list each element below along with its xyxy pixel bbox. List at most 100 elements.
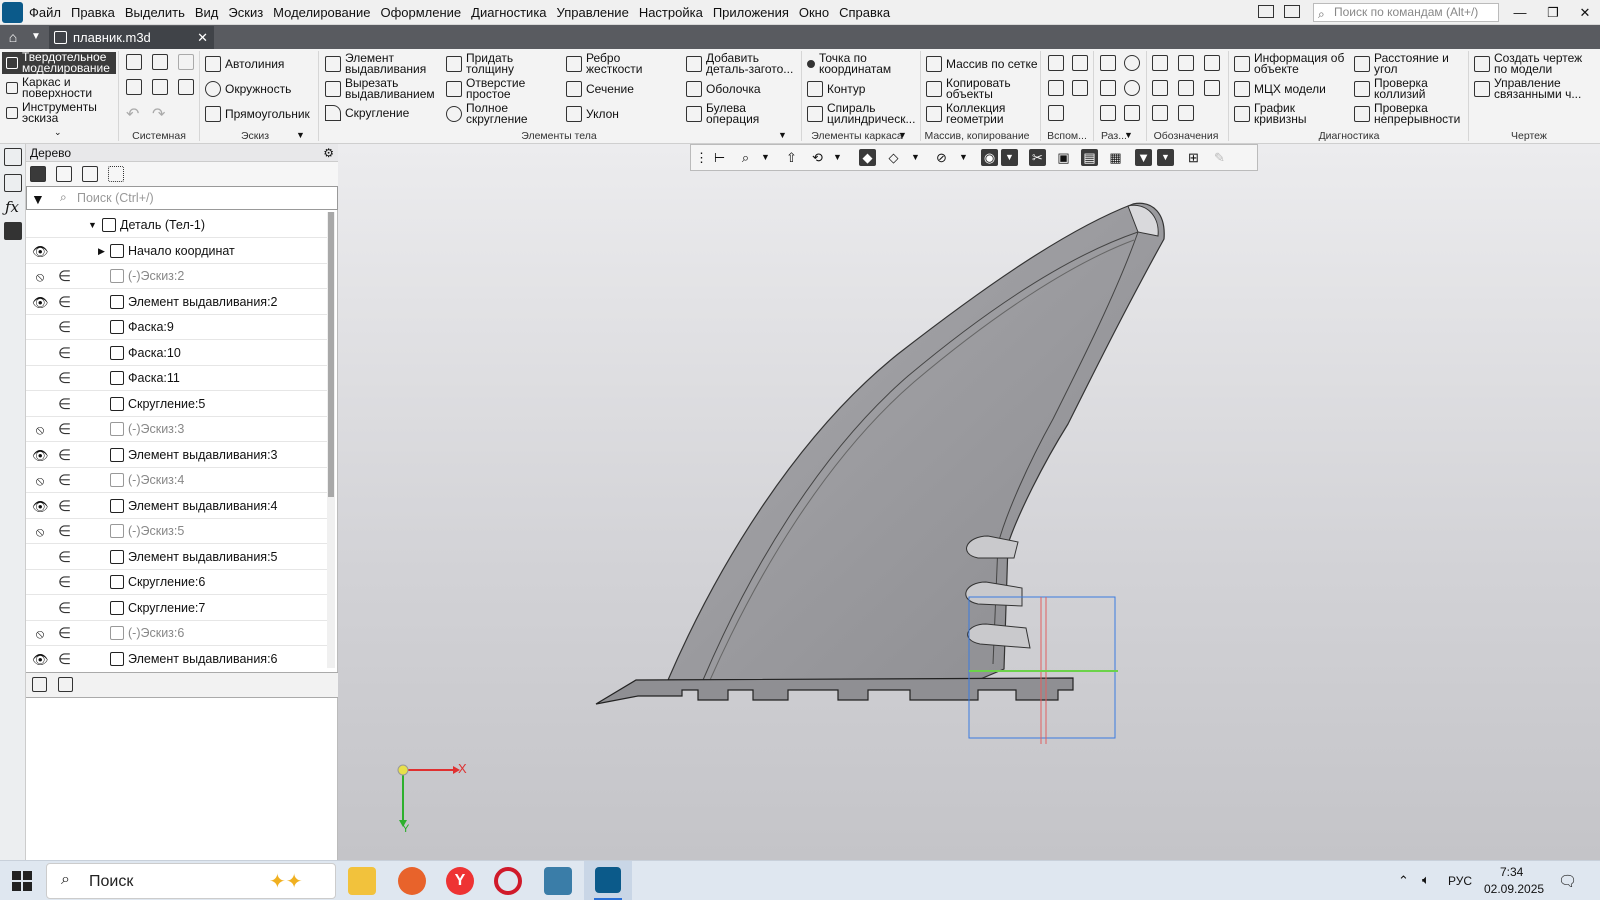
tree-row[interactable]: ⦸ ∈ (-)Эскиз:3 [26, 416, 327, 442]
tree-row[interactable]: ⦸ ∈ (-)Эскиз:2 [26, 263, 327, 289]
kompas-taskbar-button[interactable] [584, 861, 632, 900]
pan-icon[interactable]: ⇧ [783, 149, 800, 166]
eye-icon[interactable]: 👁︎ [32, 499, 49, 515]
filter-view-icon[interactable]: ▼ [1135, 149, 1152, 166]
clock-time[interactable]: 7:34 [1500, 865, 1523, 879]
tree-row[interactable]: ⦸ ∈ (-)Эскиз:4 [26, 467, 327, 493]
eye-icon[interactable]: 👁︎ [32, 295, 49, 311]
yandex-browser-icon[interactable]: Y [446, 867, 474, 895]
filter-dropdown-icon[interactable]: ▼ [1157, 149, 1174, 166]
body-dropdown-icon[interactable]: ▼ [778, 130, 787, 140]
linear-dim-icon[interactable] [1152, 80, 1168, 96]
tree-row[interactable]: ∈ Элемент выдавливания:5 [26, 544, 327, 570]
simple-hole-button[interactable]: Отверстие простое [446, 77, 546, 100]
chevron-up-icon[interactable]: ⌃ [1398, 873, 1409, 889]
close-tab-icon[interactable]: ✕ [197, 26, 208, 49]
menu-item-6[interactable]: Оформление [375, 0, 466, 25]
shell-button[interactable]: Оболочка [686, 81, 761, 97]
thread-icon[interactable] [1152, 55, 1168, 71]
layout-shape-icon[interactable] [1124, 55, 1140, 71]
mode-sketch[interactable]: Инструменты эскиза [2, 101, 116, 124]
angle-dim-icon[interactable] [1178, 80, 1194, 96]
app-logo-icon[interactable] [2, 2, 23, 23]
helix-button[interactable]: Спираль цилиндрическ... [807, 102, 919, 125]
aux-axis-icon[interactable] [1072, 55, 1088, 71]
menu-item-4[interactable]: Эскиз [223, 0, 268, 25]
object-info-button[interactable]: Информация об объекте [1234, 52, 1352, 75]
gear-icon[interactable]: ⚙ [323, 144, 334, 162]
draft-button[interactable]: Уклон [566, 106, 619, 122]
menu-item-10[interactable]: Приложения [708, 0, 794, 25]
tree-row[interactable]: ∈ Фаска:11 [26, 365, 327, 391]
print-icon[interactable] [126, 79, 142, 95]
expand-toggle-icon[interactable]: ▶ [98, 246, 105, 257]
circle-button[interactable]: Окружность [205, 81, 291, 97]
full-fillet-button[interactable]: Полное скругление [446, 102, 546, 125]
undo-icon[interactable]: ↶ [126, 104, 139, 124]
layout-surf-icon[interactable] [1124, 80, 1140, 96]
properties-panel-icon[interactable] [4, 174, 22, 192]
hide-icon[interactable]: ⊘ [933, 149, 950, 166]
new-file-icon[interactable] [126, 54, 142, 70]
list-view-tab-icon[interactable] [58, 677, 73, 692]
measure-icon[interactable]: ⊞ [1185, 149, 1202, 166]
tree-structure-icon[interactable] [30, 166, 46, 182]
rectangle-button[interactable]: Прямоугольник [205, 106, 310, 122]
menu-item-8[interactable]: Управление [552, 0, 634, 25]
include-icon[interactable]: ∈ [58, 344, 71, 362]
layout-sketch-icon[interactable] [1100, 55, 1116, 71]
tree-row[interactable]: 👁︎ ∈ Элемент выдавливания:6 [26, 646, 327, 669]
display-dropdown-icon[interactable]: ▼ [907, 149, 924, 166]
geometry-collection-button[interactable]: Коллекция геометрии [926, 102, 1026, 125]
variables-icon[interactable]: ƒx [5, 198, 19, 216]
tree-panel-icon[interactable] [4, 148, 22, 166]
tree-row[interactable]: ∈ Скругление:7 [26, 595, 327, 621]
menu-item-9[interactable]: Настройка [634, 0, 708, 25]
menu-item-12[interactable]: Справка [834, 0, 895, 25]
frame-dropdown-icon[interactable]: ▼ [898, 130, 907, 140]
document-tab[interactable]: плавник.m3d ✕ [49, 26, 214, 49]
hidden-eye-icon[interactable]: ⦸ [32, 269, 48, 285]
distance-angle-button[interactable]: Расстояние и угол [1354, 52, 1464, 75]
include-icon[interactable]: ∈ [58, 471, 71, 489]
aux-line-icon[interactable] [1048, 80, 1064, 96]
volume-icon[interactable]: 🔈︎ [1422, 872, 1430, 888]
home-icon[interactable]: ⌂ [0, 25, 26, 49]
pencil-icon[interactable]: ✎ [1211, 149, 1228, 166]
hidden-eye-icon[interactable]: ⦸ [32, 422, 48, 438]
tree-row[interactable]: ▼ Деталь (Тел-1) [26, 212, 327, 238]
include-icon[interactable]: ∈ [58, 573, 71, 591]
tree-row[interactable]: ⦸ ∈ (-)Эскиз:5 [26, 518, 327, 544]
aux-point-icon[interactable] [1072, 80, 1088, 96]
tree-row[interactable]: ∈ Фаска:10 [26, 340, 327, 366]
autoline-button[interactable]: Автолиния [205, 56, 284, 72]
roughness-icon[interactable] [1152, 105, 1168, 121]
notifications-icon[interactable]: 🗨︎ [1558, 872, 1577, 890]
add-stock-button[interactable]: Добавить деталь-загото... [686, 52, 798, 75]
visibility-dropdown-icon[interactable]: ▼ [1001, 149, 1018, 166]
windows-start-icon[interactable] [12, 871, 32, 891]
include-icon[interactable]: ∈ [58, 293, 71, 311]
clock-date[interactable]: 02.09.2025 [1484, 882, 1544, 896]
include-icon[interactable]: ∈ [58, 446, 71, 464]
tree-row[interactable]: 👁︎ ▶ Начало координат [26, 238, 327, 264]
tree-row[interactable]: ⦸ ∈ (-)Эскиз:6 [26, 620, 327, 646]
include-icon[interactable]: ∈ [58, 267, 71, 285]
include-icon[interactable]: ∈ [58, 548, 71, 566]
command-search-input[interactable]: ⌕ Поиск по командам (Alt+/) [1313, 3, 1499, 22]
aux-plane-icon[interactable] [1048, 55, 1064, 71]
collision-check-button[interactable]: Проверка коллизий [1354, 77, 1464, 100]
tree-row[interactable]: 👁︎ ∈ Элемент выдавливания:4 [26, 493, 327, 519]
tree-row[interactable]: ∈ Скругление:6 [26, 569, 327, 595]
cut-view-icon[interactable]: ▤ [1081, 149, 1098, 166]
include-icon[interactable]: ∈ [58, 650, 71, 668]
leader-icon[interactable] [1204, 55, 1220, 71]
rotate-dropdown-icon[interactable]: ▼ [829, 149, 846, 166]
thicken-button[interactable]: Придать толщину [446, 52, 546, 75]
mass-props-button[interactable]: МЦХ модели [1234, 81, 1326, 97]
file-explorer-icon[interactable] [348, 867, 376, 895]
include-icon[interactable]: ∈ [58, 624, 71, 642]
tree-view-tab-icon[interactable] [32, 677, 47, 692]
include-icon[interactable]: ∈ [58, 420, 71, 438]
eye-icon[interactable]: 👁︎ [32, 448, 49, 464]
